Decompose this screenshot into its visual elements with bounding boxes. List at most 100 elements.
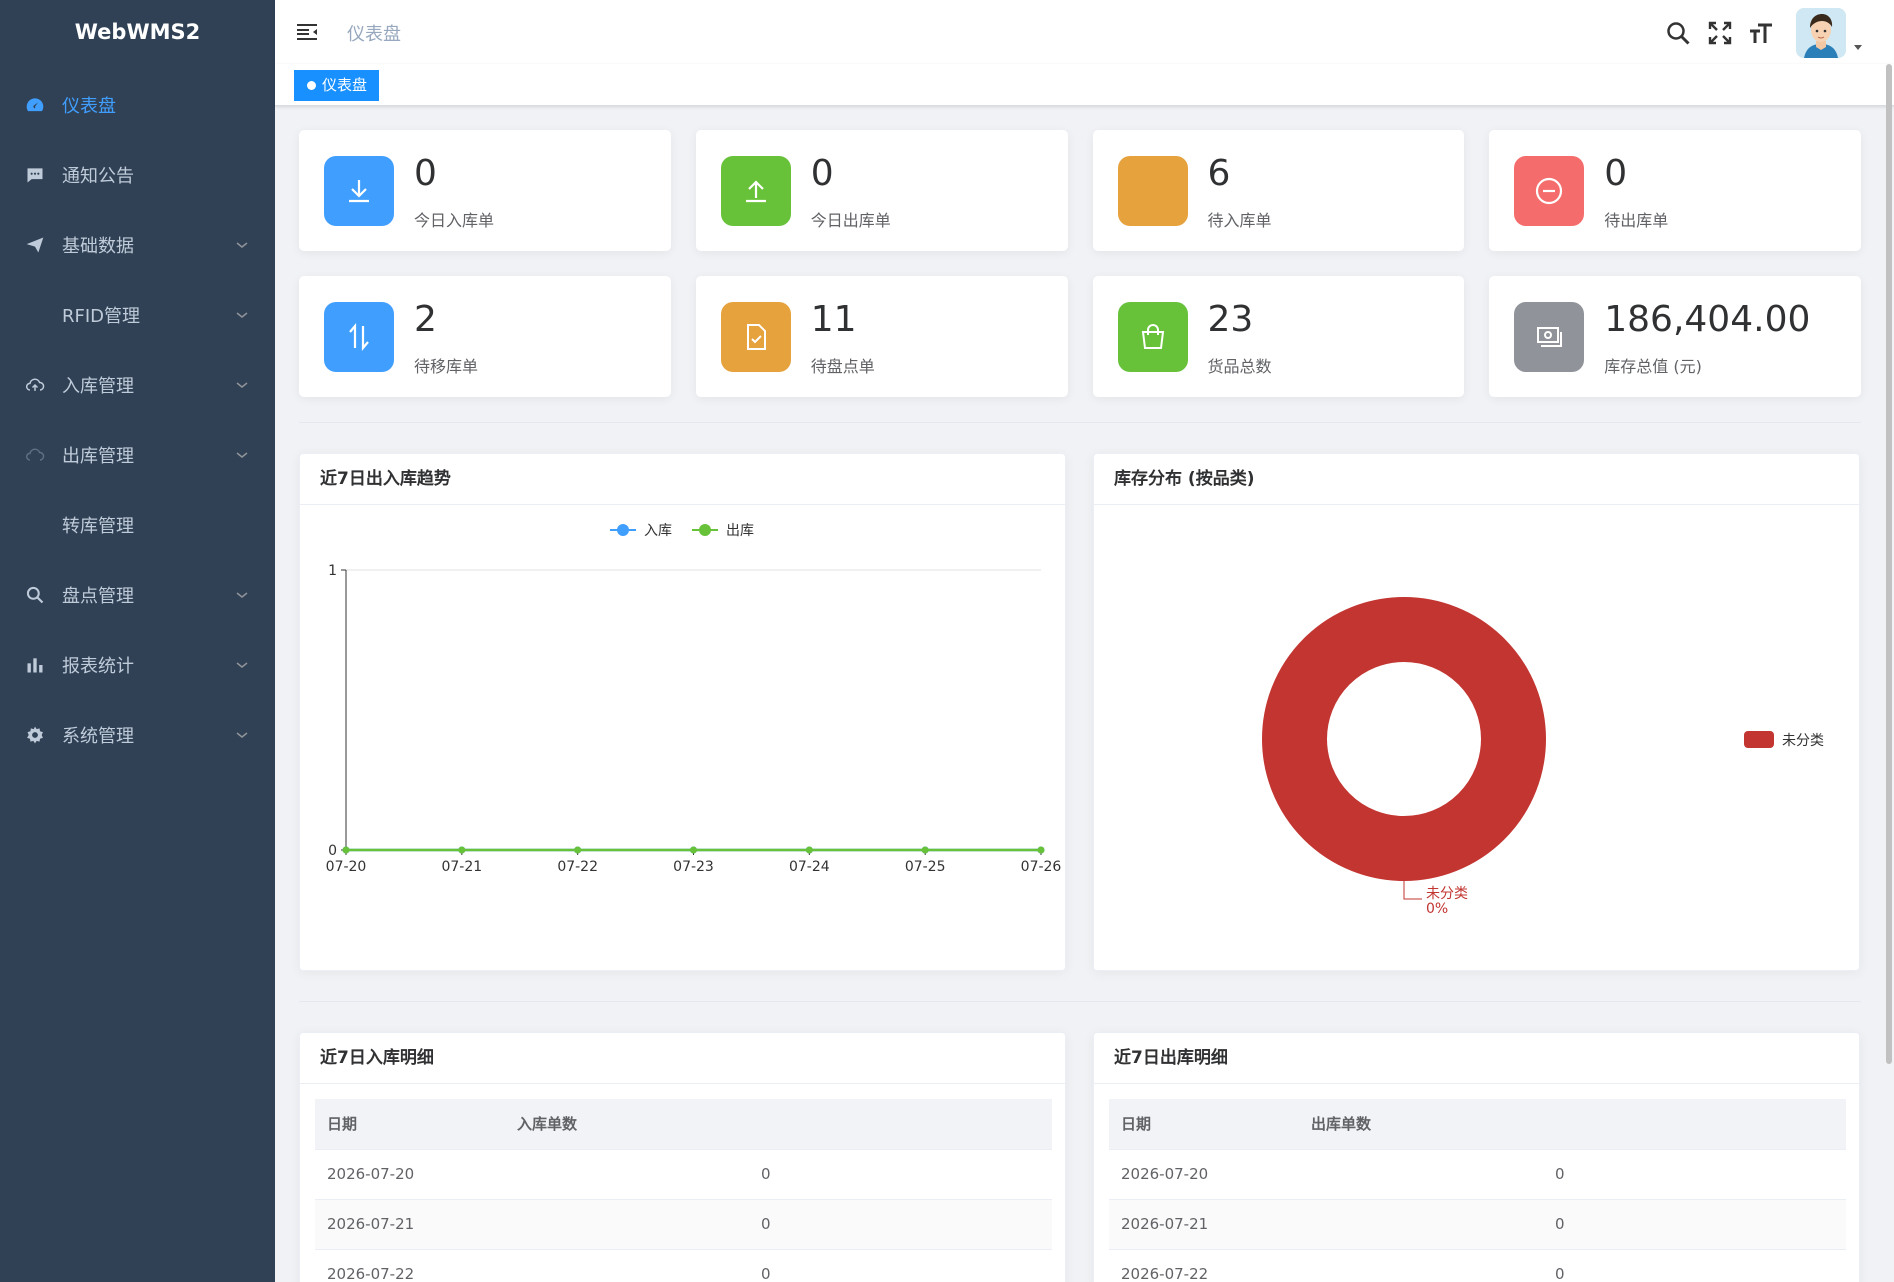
stat-card-pending-outbound[interactable]: 0 待出库单 [1489, 130, 1861, 251]
table-cell: 0 [505, 1249, 1052, 1282]
table-cell: 2026-07-22 [1109, 1249, 1299, 1282]
bar-chart-icon [24, 654, 46, 676]
sidebar-item-reports[interactable]: 报表统计 [0, 630, 275, 700]
data-point [921, 846, 929, 854]
sidebar-item-transfer[interactable]: 转库管理 [0, 490, 275, 560]
breadcrumb: 仪表盘 [347, 24, 401, 45]
x-tick-label: 07-26 [1021, 859, 1062, 875]
sidebar-item-notice[interactable]: 通知公告 [0, 140, 275, 210]
divider [299, 422, 1861, 423]
caret-down-icon[interactable] [1852, 41, 1864, 53]
panel-title: 近7日出入库趋势 [300, 454, 1065, 505]
legend-marker [617, 524, 629, 536]
stat-label: 今日入库单 [414, 211, 495, 230]
stat-card-today-inbound[interactable]: 0 今日入库单 [299, 130, 671, 251]
sidebar-item-label: 转库管理 [62, 516, 134, 537]
table-cell: 0 [1299, 1249, 1846, 1282]
chevron-down-icon [236, 452, 248, 458]
font-size-icon[interactable] [1748, 19, 1776, 47]
sidebar-item-basic-data[interactable]: 基础数据 [0, 210, 275, 280]
column-header[interactable]: 日期 [1109, 1099, 1299, 1150]
stat-label: 今日出库单 [810, 211, 891, 230]
stat-label: 待入库单 [1207, 211, 1272, 230]
stat-card-stock-value[interactable]: 186,404.00 库存总值 (元) [1489, 276, 1861, 397]
chevron-down-icon [236, 242, 248, 248]
x-tick-label: 07-20 [326, 859, 367, 875]
data-point [690, 846, 697, 854]
fullscreen-icon[interactable] [1706, 19, 1734, 47]
stat-value: 0 [1604, 153, 1628, 194]
transfer-icon [324, 302, 394, 372]
pie-panel: 库存分布 (按品类) 未分类 0% 未分类 [1093, 453, 1860, 971]
outbound-detail-panel: 近7日出库明细 日期 出库单数 2026-07-20 0 2026-07-21 … [1093, 1032, 1860, 1282]
cell-value: 0 [1555, 1265, 1565, 1282]
stat-card-total-goods[interactable]: 23 货品总数 [1092, 276, 1465, 397]
sidebar-item-label: RFID管理 [62, 306, 141, 327]
cell-value: 0 [1555, 1215, 1565, 1233]
main-area: 仪表盘 仪表盘 0 今日入库单 0 今日出库单 6 待入库单 0 待出库单 2 … [275, 0, 1894, 1282]
stat-label: 待盘点单 [810, 357, 875, 376]
active-dot-icon [307, 81, 316, 90]
cell-value: 0 [1555, 1165, 1565, 1183]
table-cell: 0 [1299, 1149, 1846, 1200]
stat-value: 23 [1207, 299, 1254, 340]
navbar: 仪表盘 [275, 0, 1894, 64]
table-row[interactable]: 2026-07-21 0 [1109, 1199, 1846, 1250]
sidebar-item-inbound[interactable]: 入库管理 [0, 350, 275, 420]
stat-card-pending-inbound[interactable]: 6 待入库单 [1092, 130, 1465, 251]
table-row[interactable]: 2026-07-21 0 [315, 1199, 1052, 1250]
column-header[interactable]: 出库单数 [1299, 1099, 1846, 1150]
sidebar-menu: 仪表盘 通知公告 基础数据 RFID管理 入库管理 出库管理 转库管理 盘点管理… [0, 70, 275, 770]
y-tick-label: 0 [328, 843, 337, 859]
sidebar-item-system[interactable]: 系统管理 [0, 700, 275, 770]
upload-icon [720, 156, 791, 226]
column-header[interactable]: 入库单数 [505, 1099, 1052, 1150]
search-icon[interactable] [1664, 19, 1692, 47]
sidebar-item-rfid[interactable]: RFID管理 [0, 280, 275, 350]
cell-value: 0 [761, 1265, 771, 1282]
stat-card-pending-transfer[interactable]: 2 待移库单 [299, 276, 671, 397]
table-row[interactable]: 2026-07-22 0 [315, 1249, 1052, 1282]
table-row[interactable]: 2026-07-20 0 [315, 1149, 1052, 1200]
download-cloud-icon [24, 444, 46, 466]
chevron-down-icon [236, 732, 248, 738]
sidebar-item-dashboard[interactable]: 仪表盘 [0, 70, 275, 140]
cell-value: 0 [761, 1215, 771, 1233]
data-point [574, 846, 582, 854]
stat-card-today-outbound[interactable]: 0 今日出库单 [695, 130, 1068, 251]
table-cell: 2026-07-20 [315, 1149, 505, 1200]
table-row[interactable]: 2026-07-22 0 [1109, 1249, 1846, 1282]
table-row[interactable]: 2026-07-20 0 [1109, 1149, 1846, 1200]
page-scrollbar[interactable] [1886, 64, 1892, 1064]
stat-value: 0 [810, 153, 834, 194]
sidebar-item-label: 系统管理 [62, 726, 134, 747]
label-line [1403, 881, 1422, 900]
hamburger-icon[interactable] [295, 20, 319, 44]
stat-card-pending-stocktake[interactable]: 11 待盘点单 [695, 276, 1068, 397]
avatar[interactable] [1796, 8, 1846, 58]
pie-chart: 未分类 0% 未分类 [1094, 506, 1859, 971]
dashboard-icon [24, 94, 46, 116]
column-header[interactable]: 日期 [315, 1099, 505, 1150]
stat-value: 186,404.00 [1604, 299, 1811, 340]
line-chart-svg: 入库 出库 0 1 07-20 07-21 07-22 07-23 07-24 07-25 07-2… [326, 523, 1062, 875]
sidebar-item-outbound[interactable]: 出库管理 [0, 420, 275, 490]
trend-panel: 近7日出入库趋势 入库 出库 0 1 07-20 07-21 07-22 07-23 07-24… [299, 453, 1066, 971]
stat-value: 2 [414, 299, 437, 340]
tags-view: 仪表盘 [275, 64, 1894, 106]
tag-dashboard[interactable]: 仪表盘 [294, 70, 380, 101]
stat-label: 货品总数 [1207, 357, 1272, 376]
x-tick-label: 07-21 [441, 859, 482, 875]
table-cell: 2026-07-22 [315, 1249, 505, 1282]
blank-icon [1117, 156, 1188, 226]
inbound-table: 日期 入库单数 2026-07-20 0 2026-07-21 0 2026-0… [315, 1099, 1052, 1282]
sidebar-item-stocktake[interactable]: 盘点管理 [0, 560, 275, 630]
chevron-down-icon [236, 382, 248, 388]
upload-cloud-icon [24, 374, 46, 396]
sidebar: WebWMS2 仪表盘 通知公告 基础数据 RFID管理 入库管理 出库管理 转… [0, 0, 275, 1282]
sidebar-item-label: 出库管理 [62, 446, 134, 467]
chevron-down-icon [236, 592, 248, 598]
data-point [458, 846, 466, 854]
sidebar-item-label: 基础数据 [62, 236, 134, 257]
cell-value: 0 [761, 1165, 771, 1183]
